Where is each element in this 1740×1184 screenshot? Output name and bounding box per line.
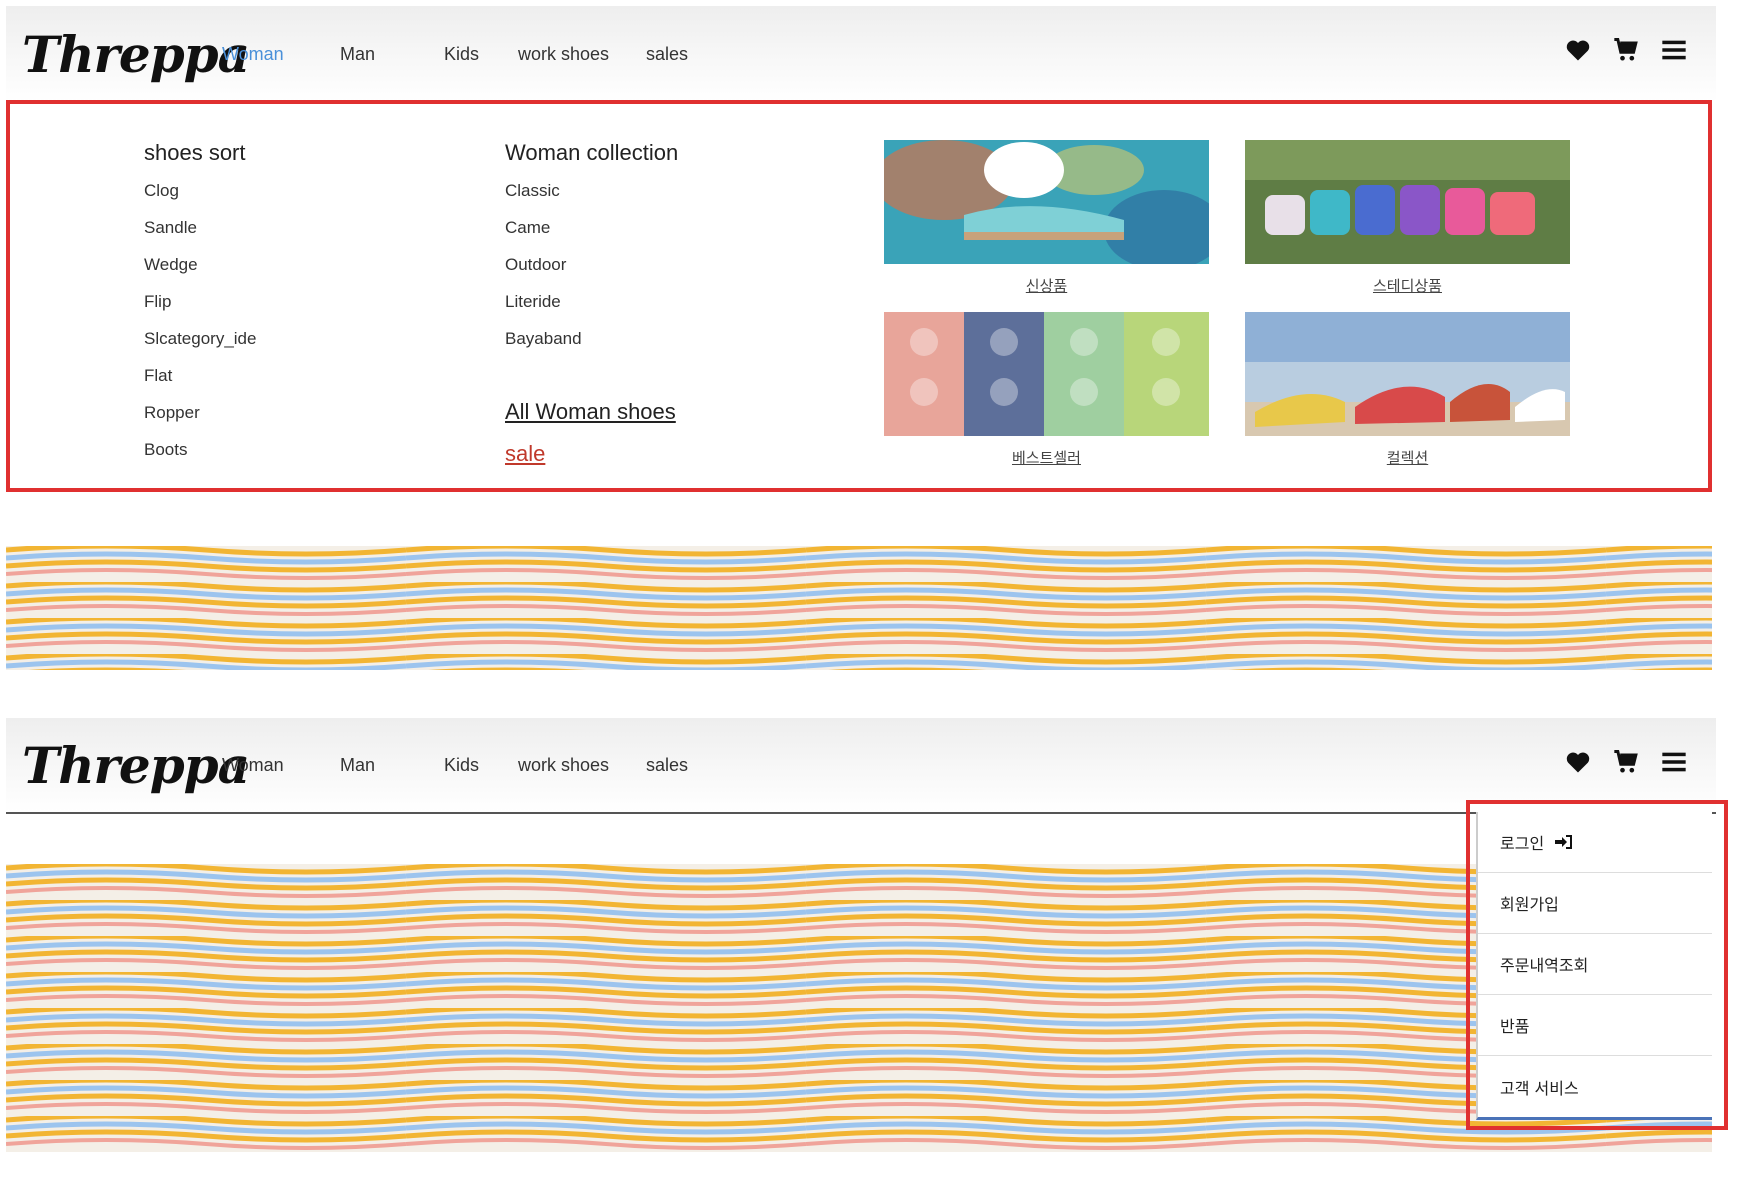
nav-icons	[1564, 748, 1688, 776]
tile-steady-sellers[interactable]: 스테디상품	[1245, 140, 1570, 296]
tile-caption[interactable]: 컬렉션	[1245, 447, 1570, 468]
main-nav: Woman Man Kids work shoes sales	[222, 44, 706, 65]
sort-link[interactable]: Clog	[144, 178, 256, 215]
woman-collection-column: Woman collection Classic Came Outdoor Li…	[505, 140, 678, 467]
user-dropdown-menu: 로그인 회원가입 주문내역조회 반품 고객 서비스	[1466, 800, 1728, 1130]
new-arrivals-image	[874, 140, 1224, 270]
hamburger-menu-icon[interactable]	[1660, 748, 1688, 776]
nav-icons	[1564, 36, 1688, 64]
login-label: 로그인	[1500, 834, 1545, 853]
order-history-label: 주문내역조회	[1500, 956, 1589, 975]
nav-item-man[interactable]: Man	[340, 755, 444, 776]
collection-image	[1245, 312, 1570, 436]
screen-state-woman-dropdown: Threppa Woman Man Kids work shoes sales …	[0, 0, 1740, 680]
brand-logo[interactable]: Threppa	[22, 736, 250, 795]
shoes-sort-title: shoes sort	[144, 140, 246, 165]
wave-banner	[6, 546, 1712, 670]
collection-link[interactable]: Classic	[505, 178, 678, 215]
sort-link[interactable]: Wedge	[144, 252, 256, 289]
collection-link[interactable]: Outdoor	[505, 252, 678, 289]
sort-link[interactable]: Ropper	[144, 400, 256, 437]
collection-link[interactable]: Literide	[505, 289, 678, 326]
nav-item-woman[interactable]: Woman	[222, 755, 340, 776]
woman-mega-menu: shoes sort Clog Sandle Wedge Flip Slcate…	[6, 100, 1712, 492]
screen-state-hamburger-menu: Threppa Woman Man Kids work shoes sales …	[0, 712, 1740, 1182]
brand-logo[interactable]: Threppa	[22, 25, 250, 84]
nav-item-sales[interactable]: sales	[646, 44, 706, 65]
signup-menu-item[interactable]: 회원가입	[1478, 873, 1712, 934]
tile-best-sellers[interactable]: 베스트셀러	[884, 312, 1209, 468]
tile-new-arrivals[interactable]: 신상품	[874, 140, 1224, 296]
woman-collection-title: Woman collection	[505, 140, 679, 165]
user-menu-list: 로그인 회원가입 주문내역조회 반품 고객 서비스	[1476, 812, 1712, 1120]
tile-caption[interactable]: 베스트셀러	[884, 447, 1209, 468]
sort-link[interactable]: Boots	[144, 437, 256, 474]
collection-link[interactable]: Came	[505, 215, 678, 252]
hamburger-menu-icon[interactable]	[1660, 36, 1688, 64]
cart-icon[interactable]	[1612, 36, 1640, 64]
customer-service-menu-item[interactable]: 고객 서비스	[1478, 1056, 1712, 1117]
tile-caption[interactable]: 신상품	[884, 275, 1209, 296]
sort-link[interactable]: Slcategory_ide	[144, 326, 256, 363]
nav-item-kids[interactable]: Kids	[444, 44, 518, 65]
sort-link[interactable]: Sandle	[144, 215, 256, 252]
customer-service-label: 고객 서비스	[1500, 1078, 1579, 1098]
nav-item-woman[interactable]: Woman	[222, 44, 340, 65]
signup-label: 회원가입	[1500, 895, 1559, 914]
shoes-sort-column: shoes sort Clog Sandle Wedge Flip Slcate…	[144, 140, 256, 474]
tile-caption[interactable]: 스테디상품	[1245, 275, 1570, 296]
returns-label: 반품	[1500, 1017, 1530, 1036]
heart-icon[interactable]	[1564, 36, 1592, 64]
nav-item-sales[interactable]: sales	[646, 755, 706, 776]
nav-item-work-shoes[interactable]: work shoes	[518, 755, 646, 776]
returns-menu-item[interactable]: 반품	[1478, 995, 1712, 1056]
collection-link[interactable]: Bayaband	[505, 326, 678, 363]
top-navbar: Threppa Woman Man Kids work shoes sales	[6, 6, 1716, 102]
sign-in-icon	[1555, 835, 1573, 849]
nav-item-kids[interactable]: Kids	[444, 755, 518, 776]
nav-item-work-shoes[interactable]: work shoes	[518, 44, 646, 65]
all-woman-shoes-link[interactable]: All Woman shoes	[505, 399, 678, 425]
sort-link[interactable]: Flat	[144, 363, 256, 400]
sale-link[interactable]: sale	[505, 441, 678, 467]
sort-link[interactable]: Flip	[144, 289, 256, 326]
cart-icon[interactable]	[1612, 748, 1640, 776]
steady-sellers-image	[1245, 140, 1570, 264]
heart-icon[interactable]	[1564, 748, 1592, 776]
best-sellers-image	[884, 312, 1209, 436]
main-nav: Woman Man Kids work shoes sales	[222, 755, 706, 776]
order-history-menu-item[interactable]: 주문내역조회	[1478, 934, 1712, 995]
tile-collection[interactable]: 컬렉션	[1245, 312, 1570, 468]
wave-banner	[6, 864, 1712, 1152]
nav-item-man[interactable]: Man	[340, 44, 444, 65]
top-navbar: Threppa Woman Man Kids work shoes sales	[6, 718, 1716, 814]
login-menu-item[interactable]: 로그인	[1478, 812, 1712, 873]
